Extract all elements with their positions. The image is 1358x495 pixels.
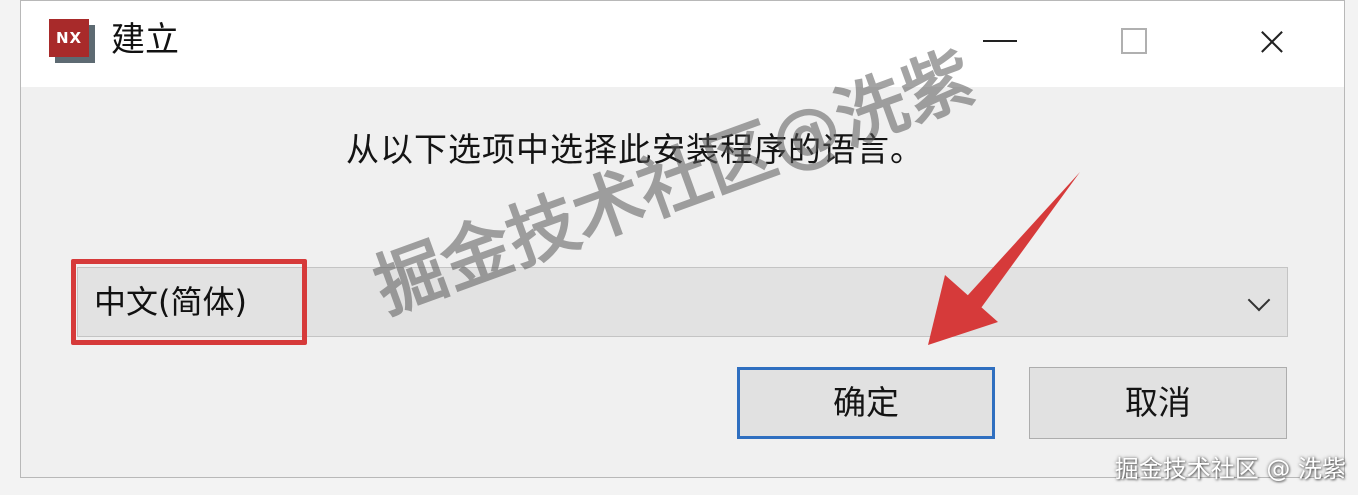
app-icon-badge: NX (49, 19, 89, 57)
chevron-down-icon[interactable] (1247, 288, 1271, 312)
minimize-button[interactable] (955, 1, 1045, 81)
setup-dialog: NX 建立 × 从以下选项中选择此安装程序的语言。 中文(简体) 确定 取消 (20, 0, 1345, 478)
maximize-button[interactable] (1089, 1, 1179, 81)
close-button[interactable]: × (1227, 1, 1317, 81)
screen: NX 建立 × 从以下选项中选择此安装程序的语言。 中文(简体) 确定 取消 掘… (0, 0, 1358, 495)
highlight-annotation-box (71, 259, 307, 345)
footer-watermark: 掘金技术社区 @ 洗紫 (1114, 455, 1346, 483)
nx-app-icon: NX (49, 19, 95, 63)
window-title: 建立 (111, 20, 179, 60)
title-bar[interactable]: NX 建立 × (21, 1, 1344, 87)
cancel-button[interactable]: 取消 (1029, 367, 1287, 439)
minimize-icon (983, 40, 1017, 42)
ok-button[interactable]: 确定 (737, 367, 995, 439)
maximize-icon (1121, 28, 1147, 54)
language-prompt: 从以下选项中选择此安装程序的语言。 (346, 130, 924, 169)
close-icon: × (1254, 16, 1290, 65)
